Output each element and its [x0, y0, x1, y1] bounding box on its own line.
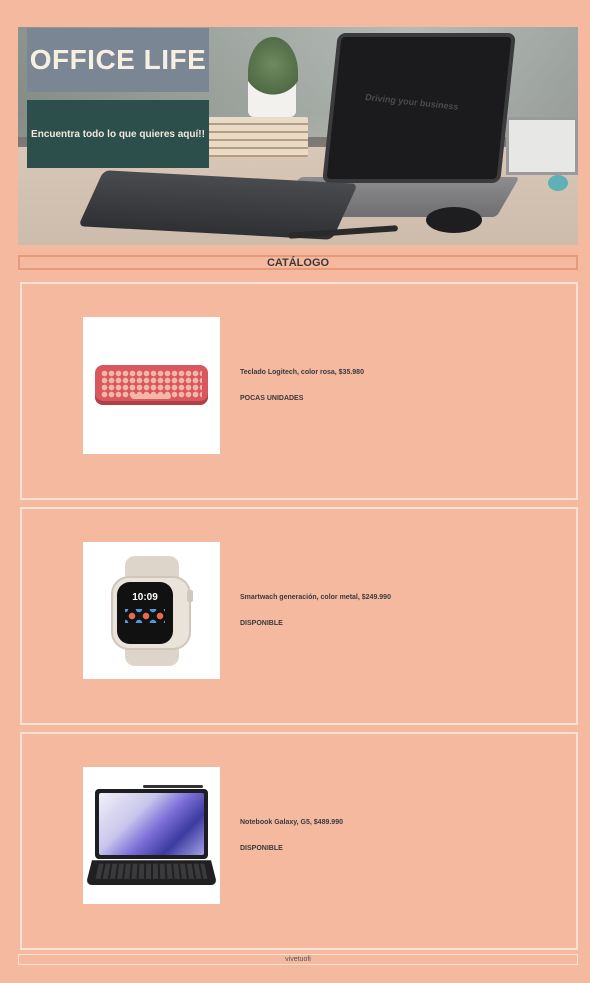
product-card[interactable]: Teclado Logitech, color rosa, $35.980 PO… [20, 282, 578, 500]
catalog-heading: CATÁLOGO [266, 256, 330, 269]
hero-ornament [548, 175, 568, 191]
watch-screen: 10:09 [117, 582, 173, 644]
keyboard-illustration [95, 365, 208, 405]
product-image-keyboard[interactable] [83, 317, 220, 454]
product-image-smartwatch[interactable]: 10:09 [83, 542, 220, 679]
hero-mouse [426, 207, 482, 233]
tablet-keyboard-keys [95, 863, 208, 879]
product-info: Smartwach generación, color metal, $249.… [240, 594, 391, 627]
footer: vivetuofi [18, 954, 578, 965]
site-title-box: OFFICE LIFE [27, 28, 209, 92]
product-info: Notebook Galaxy, G5, $489.990 DISPONIBLE [240, 819, 343, 852]
product-status: DISPONIBLE [240, 620, 283, 627]
hero-laptop-screen: Driving your business [322, 33, 516, 183]
product-info: Teclado Logitech, color rosa, $35.980 PO… [240, 369, 364, 402]
product-card[interactable]: 10:09 Smartwach generación, color metal,… [20, 507, 578, 725]
hero-monitor [506, 117, 578, 175]
product-name: Notebook Galaxy, G5, $489.990 [240, 819, 343, 826]
footer-text: vivetuofi [285, 956, 311, 963]
watch-case: 10:09 [111, 576, 191, 650]
product-status: POCAS UNIDADES [240, 395, 304, 402]
keyboard-spacebar [131, 394, 171, 399]
catalog-header: CATÁLOGO [18, 255, 578, 270]
product-name: Smartwach generación, color metal, $249.… [240, 594, 391, 601]
product-status: DISPONIBLE [240, 845, 283, 852]
hero-screen-text: Driving your business [364, 92, 460, 112]
site-title: OFFICE LIFE [29, 44, 207, 75]
product-card[interactable]: Notebook Galaxy, G5, $489.990 DISPONIBLE [20, 732, 578, 950]
watch-crown [187, 590, 193, 602]
tagline: Encuentra todo lo que quieres aquí!! [31, 128, 205, 140]
product-name: Teclado Logitech, color rosa, $35.980 [240, 369, 364, 376]
watch-time: 10:09 [132, 592, 158, 603]
product-image-tablet[interactable] [83, 767, 220, 904]
tablet-keyboard [85, 860, 218, 886]
tablet-pen [143, 785, 203, 788]
hero-plant [248, 37, 298, 107]
hero-books [208, 117, 308, 157]
watch-complications [125, 609, 165, 623]
tablet-wallpaper [99, 793, 204, 855]
tagline-box: Encuentra todo lo que quieres aquí!! [27, 100, 209, 168]
tablet-screen [95, 789, 208, 859]
